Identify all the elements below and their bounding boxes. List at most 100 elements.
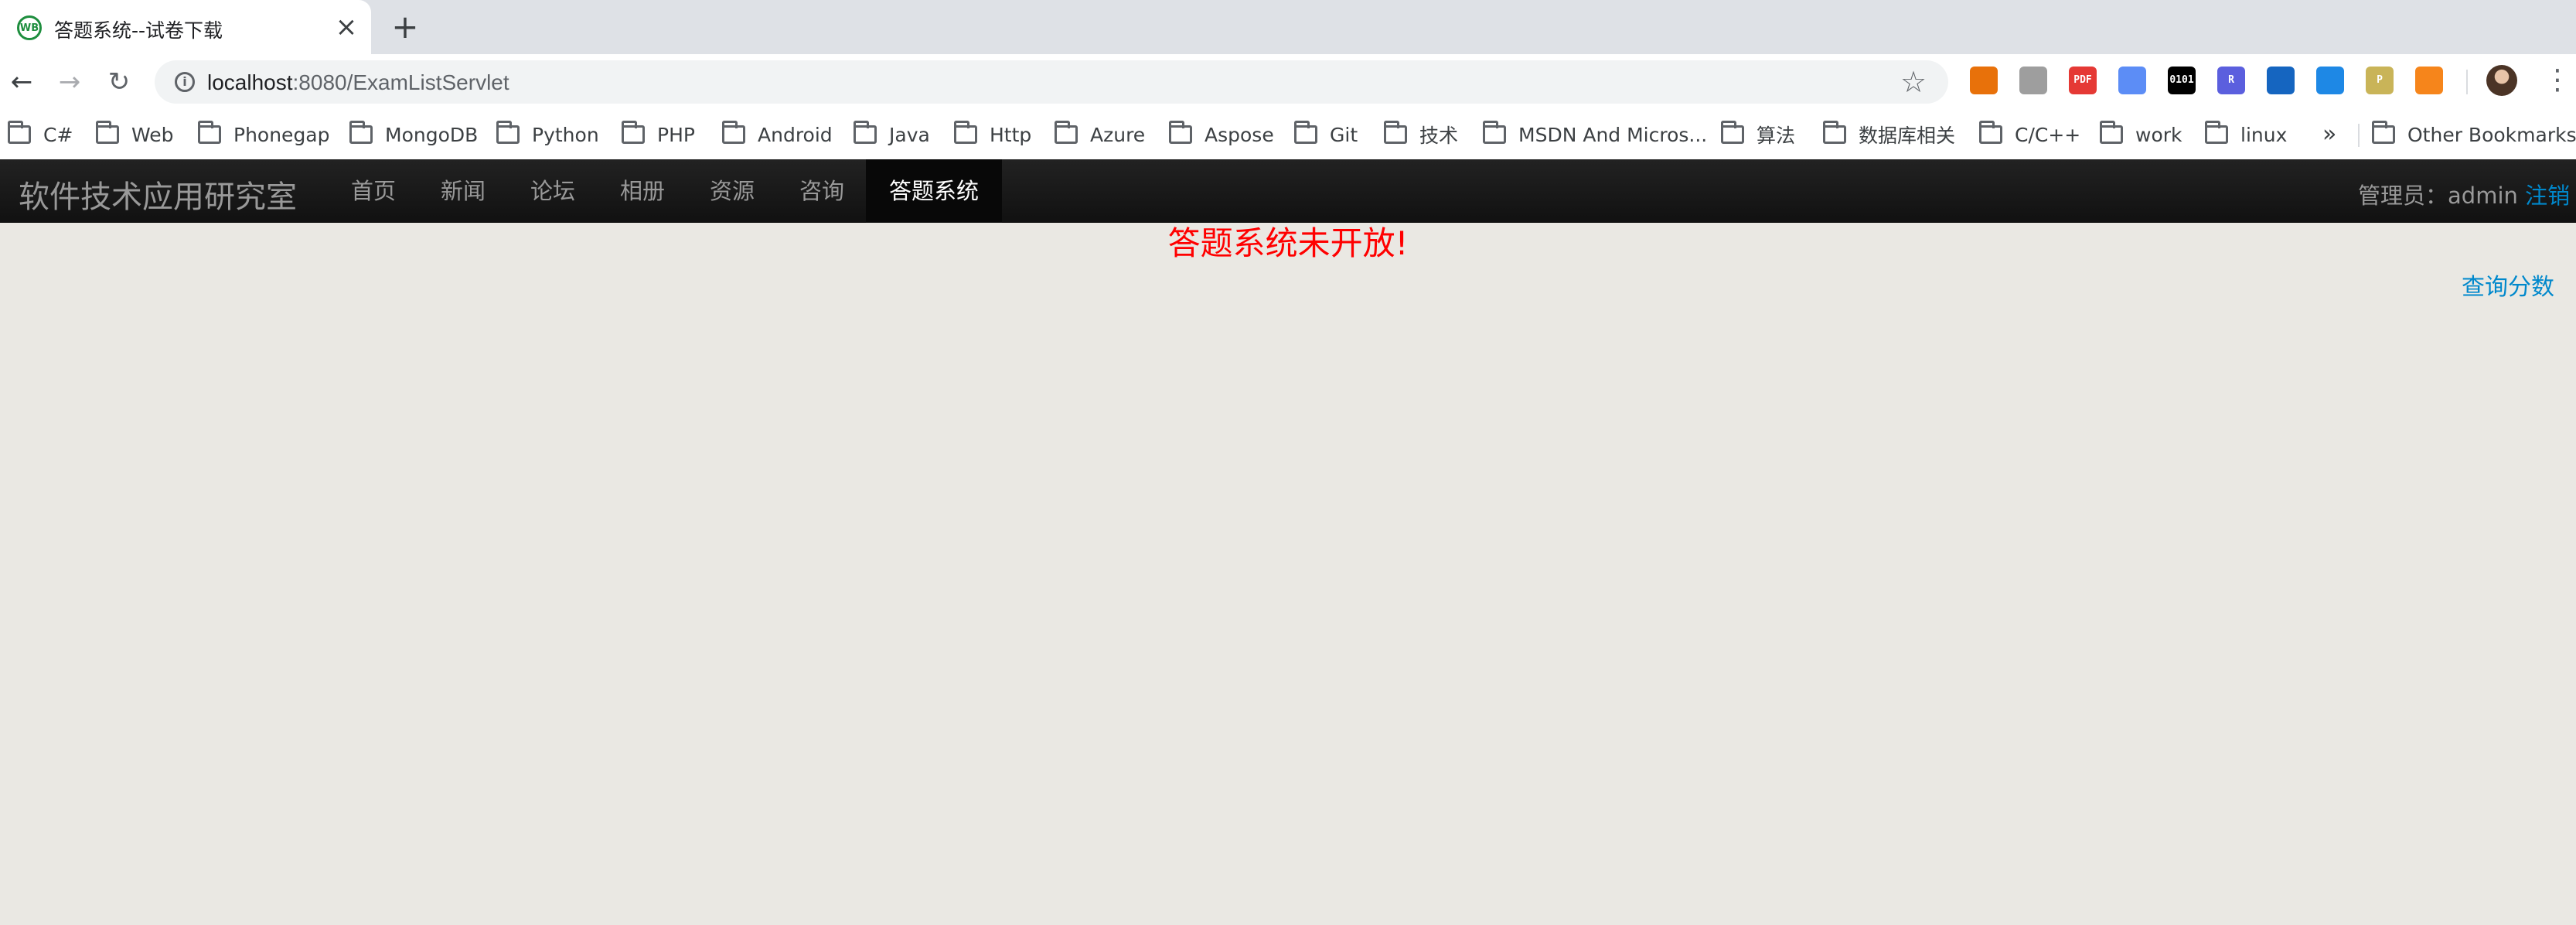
info-icon[interactable]: i <box>175 72 195 92</box>
bookmark-item[interactable]: Android <box>722 119 833 150</box>
folder-icon <box>96 121 119 144</box>
folder-icon <box>854 121 877 144</box>
bookmark-item[interactable]: Http <box>954 119 1031 150</box>
bookmark-label: 算法 <box>1757 125 1796 147</box>
tab-title: 答题系统--试卷下载 <box>54 19 223 42</box>
bookmark-item[interactable]: PHP <box>622 119 695 150</box>
binary-extension-icon[interactable]: 0101 <box>2168 67 2196 94</box>
folder-icon <box>1483 121 1506 144</box>
nav-item[interactable]: 论坛 <box>507 159 598 223</box>
browser-menu-icon[interactable]: ⋮ <box>2544 63 2571 97</box>
bookmark-item[interactable]: Git <box>1294 119 1358 150</box>
extension-icon-9[interactable]: P <box>2366 67 2394 94</box>
extension-icon-1[interactable] <box>1970 67 1998 94</box>
bookmarks-bar: » Other Bookmarks C# Web Phonegap MongoDB Py… <box>0 108 2576 159</box>
bookmark-other[interactable]: Other Bookmarks <box>2372 119 2576 150</box>
bookmark-item[interactable]: Azure <box>1055 119 1145 150</box>
extension-icon-4[interactable] <box>2118 67 2146 94</box>
system-closed-message: 答题系统未开放! <box>1167 224 1409 262</box>
metamask-extension-icon[interactable] <box>2415 67 2443 94</box>
bookmark-label: Other Bookmarks <box>2407 123 2576 146</box>
bookmark-label: Web <box>131 123 174 146</box>
extension-icon-7[interactable] <box>2267 67 2295 94</box>
site-brand[interactable]: 软件技术应用研究室 <box>19 172 297 217</box>
folder-icon <box>496 121 520 144</box>
nav-item[interactable]: 资源 <box>687 159 778 223</box>
extension-icon-6[interactable]: R <box>2217 67 2245 94</box>
nav-item[interactable]: 新闻 <box>417 159 509 223</box>
pdf-extension-icon[interactable]: PDF <box>2069 67 2097 94</box>
bookmark-label: work <box>2135 123 2182 146</box>
bookmark-item[interactable]: Java <box>854 119 930 150</box>
folder-icon <box>198 121 221 144</box>
main-content: 答题系统未开放! 查询分数 <box>0 223 2576 925</box>
admin-info: 管理员：admin 注销 <box>2358 178 2570 210</box>
admin-label: 管理员： <box>2358 183 2448 209</box>
bookmark-label: Java <box>889 123 930 146</box>
folder-icon <box>1384 121 1407 144</box>
bookmark-item[interactable]: Phonegap <box>198 119 330 150</box>
folder-icon <box>349 121 373 144</box>
bookmark-item[interactable]: Aspose <box>1169 119 1274 150</box>
extension-icon-2[interactable] <box>2019 67 2047 94</box>
url-text[interactable]: localhost:8080/ExamListServlet <box>207 70 509 95</box>
nav-item[interactable]: 咨询 <box>776 159 867 223</box>
folder-icon <box>2372 121 2395 144</box>
tab-favicon-icon: WB <box>17 15 42 40</box>
bookmark-item[interactable]: work <box>2100 119 2182 150</box>
bookmark-label: linux <box>2240 123 2288 146</box>
bookmark-label: MongoDB <box>385 123 479 146</box>
bookmark-label: Azure <box>1090 123 1146 146</box>
bookmark-item[interactable]: 技术 <box>1384 119 1458 150</box>
bookmark-label: Python <box>532 123 599 146</box>
nav-item[interactable]: 相册 <box>597 159 688 223</box>
back-arrow-icon[interactable]: ← <box>5 65 39 99</box>
admin-name: admin <box>2448 183 2518 209</box>
nav-item[interactable]: 答题系统 <box>866 159 1003 223</box>
close-tab-icon[interactable]: × <box>334 11 359 43</box>
bookmark-label: C# <box>43 123 73 146</box>
bookmark-item[interactable]: C# <box>8 119 73 150</box>
folder-icon <box>8 121 31 144</box>
bookmark-item[interactable]: 算法 <box>1721 119 1795 150</box>
tab-strip: WB 答题系统--试卷下载 × + <box>0 0 2576 54</box>
query-score-link[interactable]: 查询分数 <box>2462 268 2554 302</box>
extension-icon-8[interactable] <box>2316 67 2344 94</box>
folder-icon <box>2205 121 2228 144</box>
url-host: localhost <box>207 70 293 94</box>
site-navbar: 软件技术应用研究室 首页 新闻 论坛 相册 资源 咨询 答题系统 管理员：admin 注销 <box>0 159 2576 223</box>
address-bar[interactable]: i localhost:8080/ExamListServlet ☆ <box>155 60 1948 104</box>
bookmark-label: Http <box>990 123 1032 146</box>
bookmarks-more-icon[interactable]: » <box>2322 121 2336 148</box>
folder-icon <box>1294 121 1317 144</box>
bookmark-label: 技术 <box>1419 125 1459 147</box>
new-tab-icon[interactable]: + <box>390 9 421 45</box>
nav-item[interactable]: 首页 <box>328 159 419 223</box>
logout-link[interactable]: 注销 <box>2525 183 2570 209</box>
folder-icon <box>954 121 977 144</box>
bookmark-item[interactable]: 数据库相关 <box>1823 119 1955 150</box>
bookmark-label: Git <box>1330 123 1358 146</box>
folder-icon <box>1721 121 1744 144</box>
bookmark-label: 数据库相关 <box>1859 125 1956 147</box>
bookmark-star-icon[interactable]: ☆ <box>1900 65 1927 99</box>
forward-arrow-icon[interactable]: → <box>53 65 87 99</box>
folder-icon <box>722 121 745 144</box>
toolbar-divider <box>2466 70 2468 94</box>
browser-tab[interactable]: WB 答题系统--试卷下载 × <box>0 0 371 54</box>
folder-icon <box>2100 121 2123 144</box>
reload-icon[interactable]: ↻ <box>102 65 136 99</box>
bookmark-item[interactable]: linux <box>2205 119 2287 150</box>
folder-icon <box>622 121 645 144</box>
folder-icon <box>1823 121 1846 144</box>
folder-icon <box>1055 121 1078 144</box>
bookmark-label: Phonegap <box>233 123 330 146</box>
bookmark-item[interactable]: Python <box>496 119 599 150</box>
bookmark-item[interactable]: MSDN And Micros... <box>1483 119 1707 150</box>
bookmark-item[interactable]: C/C++ <box>1979 119 2080 150</box>
bookmark-label: Android <box>758 123 833 146</box>
bookmark-item[interactable]: Web <box>96 119 174 150</box>
profile-avatar[interactable] <box>2486 65 2517 96</box>
bookmark-label: PHP <box>657 123 695 146</box>
bookmark-item[interactable]: MongoDB <box>349 119 478 150</box>
